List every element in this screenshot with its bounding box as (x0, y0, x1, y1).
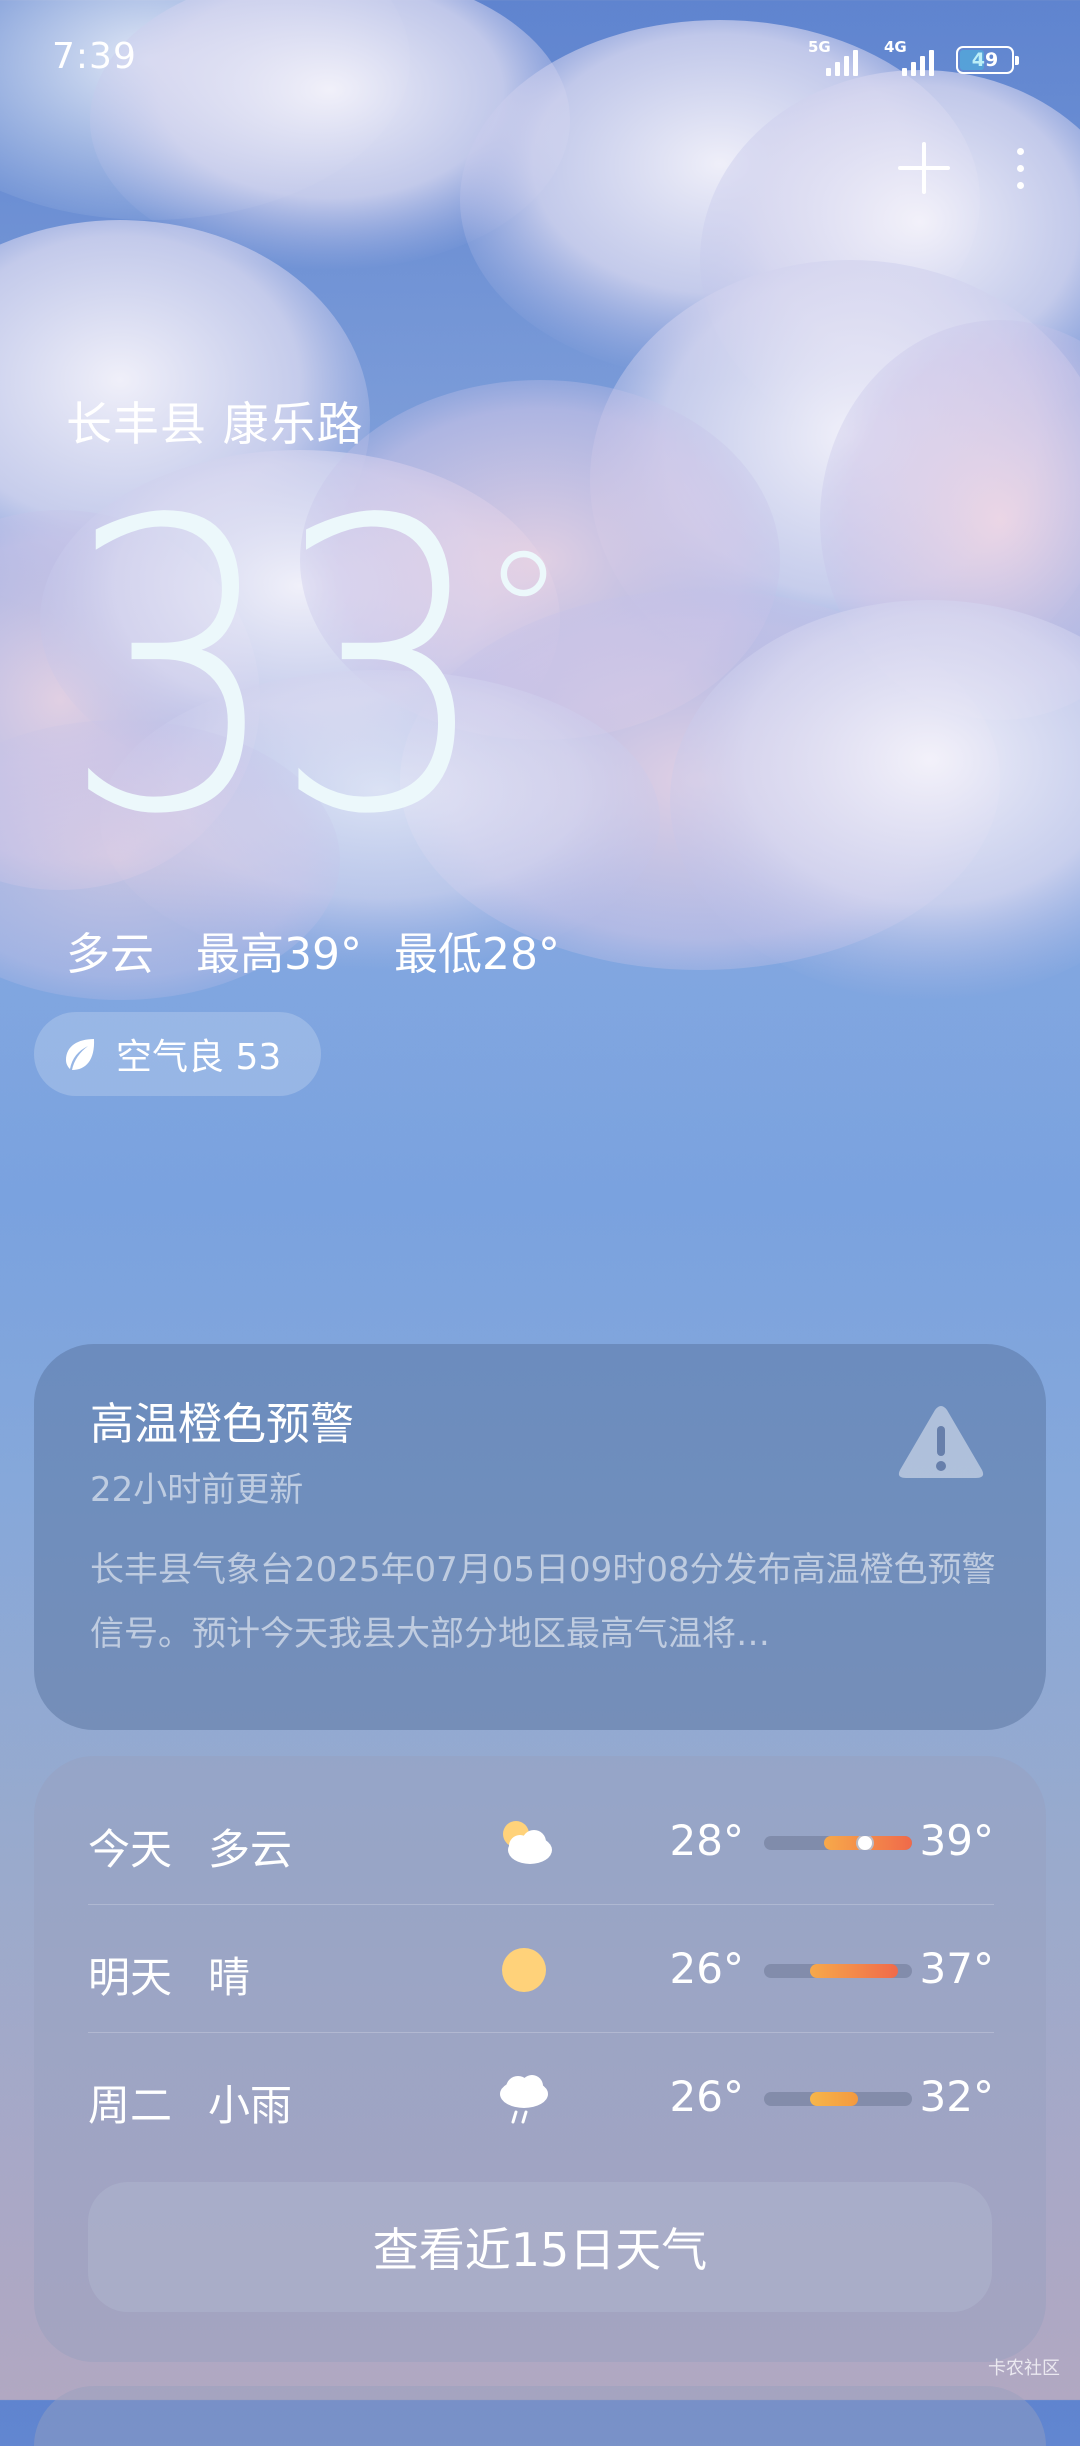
forecast-card: 今天 多云 28° 39° 明天 晴 26° 37° 周二 小雨 26° 32°… (34, 1756, 1046, 2362)
watermark: 卡农社区 (988, 2358, 1060, 2379)
forecast-low: 28° (669, 1816, 744, 1865)
current-temperature: 33 ° (62, 437, 566, 902)
warning-description: 长丰县气象台2025年07月05日09时08分发布高温橙色预警信号。预计今天我县… (90, 1550, 996, 1654)
leaf-icon (66, 1039, 95, 1070)
signal-4g-icon: 4G (880, 38, 942, 78)
status-bar: 7:39 5G 4G 49 (0, 0, 1080, 120)
forecast-high: 32° (919, 2072, 994, 2121)
warning-updated-time: 22小时前更新 (90, 1470, 304, 1510)
forecast-low: 26° (669, 2072, 744, 2121)
row-divider (88, 1904, 994, 1905)
forecast-low: 26° (669, 1944, 744, 1993)
forecast-condition: 小雨 (208, 2081, 293, 2130)
light-rain-icon (500, 2075, 548, 2124)
warning-triangle-icon (898, 1406, 984, 1478)
status-icons: 5G 4G 49 (804, 38, 1019, 78)
forecast-condition: 晴 (208, 1953, 251, 2002)
temperature-range-fill (810, 1964, 898, 1978)
current-temp-marker (856, 1836, 874, 1850)
warning-title: 高温橙色预警 (90, 1399, 354, 1450)
forecast-day: 周二 (88, 2081, 173, 2130)
forecast-day: 明天 (88, 1953, 173, 2002)
forecast-row-tuesday[interactable]: 周二 小雨 26° 32° (88, 2034, 994, 2162)
next-card-peek (34, 2386, 1046, 2446)
temperature-value: 33 (62, 437, 491, 902)
row-divider (88, 2032, 994, 2033)
air-quality-button[interactable]: 空气良 53 (34, 1012, 322, 1096)
temperature-range-bar (764, 2092, 912, 2106)
add-city-icon[interactable] (896, 140, 952, 196)
view-15-day-forecast-button[interactable]: 查看近15日天气 (88, 2182, 992, 2312)
forecast-high: 39° (919, 1816, 994, 1865)
more-options-icon[interactable] (1000, 140, 1040, 196)
condition-summary: 多云 最高39° 最低28° (66, 918, 588, 982)
temperature-range-fill (810, 2092, 858, 2106)
top-actions (896, 140, 1040, 196)
forecast-row-today[interactable]: 今天 多云 28° 39° (88, 1778, 994, 1906)
current-condition: 多云 (66, 929, 154, 980)
forecast-row-tomorrow[interactable]: 明天 晴 26° 37° (88, 1906, 994, 2034)
partly-cloudy-icon (503, 1821, 552, 1864)
today-high: 最高39° (196, 929, 362, 980)
forecast-condition: 多云 (208, 1825, 293, 1874)
sun-icon (502, 1948, 546, 1992)
battery-level: 49 (971, 48, 999, 71)
battery-icon: 49 (956, 46, 1019, 74)
heat-warning-card[interactable]: 高温橙色预警 22小时前更新 长丰县气象台2025年07月05日09时08分发布… (34, 1344, 1046, 1730)
forecast-high: 37° (919, 1944, 994, 1993)
forecast-day: 今天 (88, 1825, 173, 1874)
air-quality-label: 空气良 53 (116, 1037, 282, 1078)
temperature-range-bar (764, 1836, 912, 1850)
temperature-range-bar (764, 1964, 912, 1978)
signal-5g-icon: 5G (804, 38, 866, 78)
today-low: 最低28° (394, 929, 560, 980)
temperature-unit: ° (480, 516, 566, 714)
status-time: 7:39 (52, 36, 137, 77)
